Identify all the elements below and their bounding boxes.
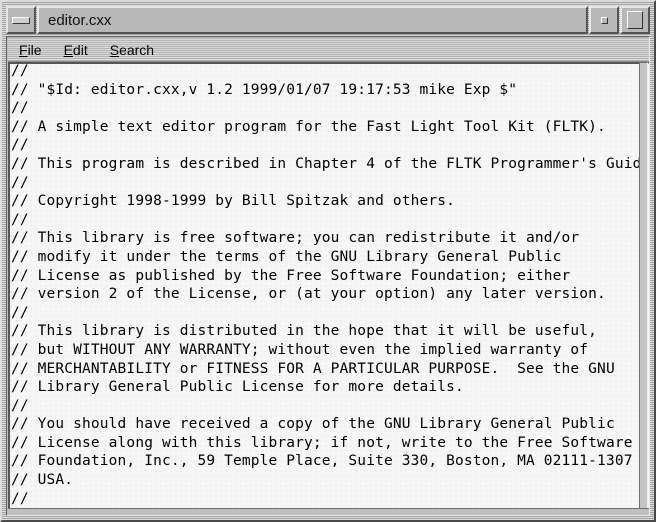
maximize-icon — [627, 11, 643, 29]
menu-item-file[interactable]: File — [16, 40, 45, 60]
minimize-icon — [600, 16, 608, 24]
menubar: File Edit Search — [8, 38, 649, 62]
editor-window: editor.cxx File Edit Search // // "$Id: … — [0, 0, 656, 522]
menu-label-edit: dit — [72, 41, 88, 58]
menu-accel-search: S — [109, 41, 120, 58]
menu-accel-file: F — [19, 41, 28, 58]
bottom-gutter — [8, 508, 649, 514]
maximize-button[interactable] — [620, 6, 650, 34]
menu-accel-edit: E — [63, 41, 73, 58]
text-editor[interactable]: // // "$Id: editor.cxx,v 1.2 1999/01/07 … — [8, 62, 649, 510]
editor-content[interactable]: // // "$Id: editor.cxx,v 1.2 1999/01/07 … — [10, 64, 648, 508]
window-menu-button[interactable] — [6, 6, 36, 34]
title-area[interactable]: editor.cxx — [37, 6, 588, 34]
menu-item-search[interactable]: Search — [107, 40, 157, 60]
titlebar: editor.cxx — [6, 6, 650, 34]
minimize-button[interactable] — [589, 6, 619, 34]
menu-item-edit[interactable]: Edit — [61, 40, 91, 60]
client-area: File Edit Search // // "$Id: editor.cxx,… — [6, 36, 650, 516]
window-menu-icon — [12, 16, 30, 24]
vertical-scrollbar[interactable] — [639, 62, 648, 510]
menu-label-file: ile — [27, 41, 42, 58]
window-title: editor.cxx — [48, 11, 112, 29]
menu-label-search: earch — [119, 41, 155, 58]
